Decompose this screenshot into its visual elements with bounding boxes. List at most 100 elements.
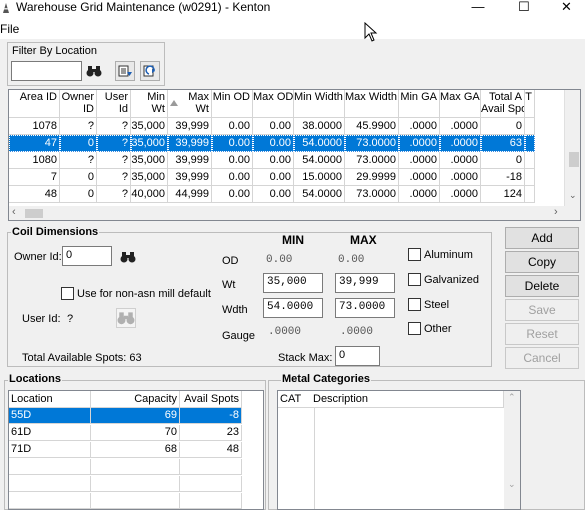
locations-header-avail-spots[interactable]: Avail Spots (180, 391, 242, 408)
grid-cell-t[interactable] (525, 169, 535, 186)
binoculars-icon[interactable] (86, 64, 102, 78)
grid-cell-min-ga[interactable]: .0000 (399, 135, 440, 152)
wt-max-input[interactable]: 39,999 (335, 273, 395, 293)
grid-cell-area-id[interactable]: 48 (9, 186, 60, 203)
grid-cell-max-wt[interactable]: 39,999 (168, 118, 212, 135)
grid-cell-user-id[interactable]: ? (97, 152, 131, 169)
grid-cell-min-wt[interactable]: 35,000 (131, 152, 168, 169)
grid-cell-min-wt[interactable]: 35,000 (131, 169, 168, 186)
grid-cell-min-width[interactable]: 38.0000 (294, 118, 345, 135)
grid-cell-min-ga[interactable]: .0000 (399, 186, 440, 203)
header-min-od[interactable]: Min OD (212, 90, 253, 118)
location-cell-avail-spots[interactable]: 23 (180, 425, 242, 441)
grid-cell-max-ga[interactable]: .0000 (440, 135, 481, 152)
grid-cell-user-id[interactable]: ? (97, 186, 131, 203)
header-t[interactable]: T (525, 90, 535, 118)
grid-cell-max-od[interactable]: 0.00 (253, 152, 294, 169)
header-min-wt[interactable]: Min Wt (131, 90, 168, 118)
steel-checkbox[interactable] (408, 298, 421, 311)
header-avail-spots[interactable]: Total AAvail Spots (481, 90, 525, 118)
grid-cell-owner-id[interactable]: ? (60, 152, 97, 169)
grid-vertical-scrollbar[interactable]: ⌄ (564, 90, 580, 206)
grid-cell-avail-spots[interactable]: 124 (481, 186, 525, 203)
location-cell-avail-spots[interactable]: 48 (180, 442, 242, 458)
galvanized-checkbox[interactable] (408, 273, 421, 286)
grid-cell-user-id[interactable]: ? (97, 118, 131, 135)
header-area-id[interactable]: Area ID (9, 90, 60, 118)
header-user-id[interactable]: User Id (97, 90, 131, 118)
grid-cell-max-wt[interactable]: 39,999 (168, 169, 212, 186)
wt-min-input[interactable]: 35,000 (263, 273, 323, 293)
header-min-ga[interactable]: Min GA (399, 90, 440, 118)
grid-cell-max-width[interactable]: 45.9900 (345, 118, 399, 135)
location-cell-capacity[interactable]: 68 (91, 442, 180, 458)
grid-cell-max-width[interactable]: 73.0000 (345, 186, 399, 203)
location-cell-capacity[interactable]: 70 (91, 425, 180, 441)
menu-file[interactable]: File (0, 22, 19, 36)
header-max-od[interactable]: Max OD (253, 90, 294, 118)
grid-cell-t[interactable] (525, 186, 535, 203)
grid-vertical-scroll-thumb[interactable] (569, 152, 579, 167)
grid-cell-owner-id[interactable]: 0 (60, 169, 97, 186)
add-button[interactable]: Add (505, 227, 579, 249)
scroll-down-icon[interactable]: ⌄ (569, 190, 577, 201)
grid-cell-min-wt[interactable]: 35,000 (131, 135, 168, 152)
locations-grid[interactable]: Location Capacity Avail Spots 55D 69 -8 61D 70 2… (8, 390, 264, 510)
grid-cell-max-od[interactable]: 0.00 (253, 169, 294, 186)
grid-cell-min-od[interactable]: 0.00 (212, 169, 253, 186)
header-max-width[interactable]: Max Width (345, 90, 399, 118)
stack-max-input[interactable]: 0 (335, 346, 380, 366)
grid-cell-owner-id[interactable]: 0 (60, 186, 97, 203)
grid-cell-area-id[interactable]: 7 (9, 169, 60, 186)
delete-button[interactable]: Delete (505, 275, 579, 297)
grid-cell-avail-spots[interactable]: 0 (481, 152, 525, 169)
grid-cell-min-width[interactable]: 54.0000 (294, 186, 345, 203)
grid-cell-max-ga[interactable]: .0000 (440, 152, 481, 169)
grid-cell-max-ga[interactable]: .0000 (440, 169, 481, 186)
grid-cell-max-width[interactable]: 73.0000 (345, 152, 399, 169)
grid-cell-t[interactable] (525, 135, 535, 152)
header-owner-id[interactable]: Owner ID (60, 90, 97, 118)
grid-cell-max-od[interactable]: 0.00 (253, 135, 294, 152)
cancel-button[interactable]: Cancel (505, 347, 579, 369)
filter-refresh-button[interactable] (140, 61, 160, 81)
copy-button[interactable]: Copy (505, 251, 579, 273)
grid-horizontal-scrollbar[interactable]: ‹ › (9, 206, 580, 220)
scroll-right-icon[interactable]: › (554, 206, 558, 218)
user-id-search-button[interactable] (116, 308, 136, 328)
header-min-width[interactable]: Min Width (294, 90, 345, 118)
metal-categories-scrollbar[interactable]: ⌃ ⌄ (504, 391, 520, 509)
grid-horizontal-scroll-thumb[interactable] (25, 209, 43, 218)
grid-cell-min-width[interactable]: 54.0000 (294, 135, 345, 152)
grid-cell-max-ga[interactable]: .0000 (440, 118, 481, 135)
area-grid[interactable]: Area ID Owner ID User Id Min Wt Max Wt Min OD Max … (8, 89, 581, 221)
location-cell-location[interactable]: 55D (9, 408, 91, 424)
minimize-button[interactable]: — (456, 0, 500, 16)
location-cell-capacity[interactable]: 69 (91, 408, 180, 424)
aluminum-checkbox[interactable] (408, 248, 421, 261)
grid-cell-max-wt[interactable]: 39,999 (168, 152, 212, 169)
header-max-ga[interactable]: Max GA (440, 90, 481, 118)
grid-cell-avail-spots[interactable]: -18 (481, 169, 525, 186)
location-cell-location[interactable]: 71D (9, 442, 91, 458)
grid-cell-min-od[interactable]: 0.00 (212, 135, 253, 152)
grid-cell-min-width[interactable]: 54.0000 (294, 152, 345, 169)
grid-cell-t[interactable] (525, 152, 535, 169)
grid-cell-max-wt[interactable]: 39,999 (168, 135, 212, 152)
grid-cell-avail-spots[interactable]: 63 (481, 135, 525, 152)
grid-cell-owner-id[interactable]: ? (60, 118, 97, 135)
grid-cell-min-ga[interactable]: .0000 (399, 169, 440, 186)
grid-cell-user-id[interactable]: ? (97, 135, 131, 152)
close-button[interactable]: ✕ (548, 0, 585, 16)
grid-cell-max-ga[interactable]: .0000 (440, 186, 481, 203)
maximize-button[interactable]: ☐ (502, 0, 546, 16)
scroll-up-icon[interactable]: ⌃ (508, 392, 516, 403)
grid-cell-user-id[interactable]: ? (97, 169, 131, 186)
grid-cell-min-od[interactable]: 0.00 (212, 186, 253, 203)
owner-id-input[interactable]: 0 (62, 246, 112, 266)
grid-cell-min-od[interactable]: 0.00 (212, 118, 253, 135)
metal-categories-grid[interactable]: CAT Description ⌃ ⌄ (277, 390, 521, 510)
grid-cell-min-od[interactable]: 0.00 (212, 152, 253, 169)
grid-cell-owner-id[interactable]: 0 (60, 135, 97, 152)
grid-cell-min-ga[interactable]: .0000 (399, 118, 440, 135)
